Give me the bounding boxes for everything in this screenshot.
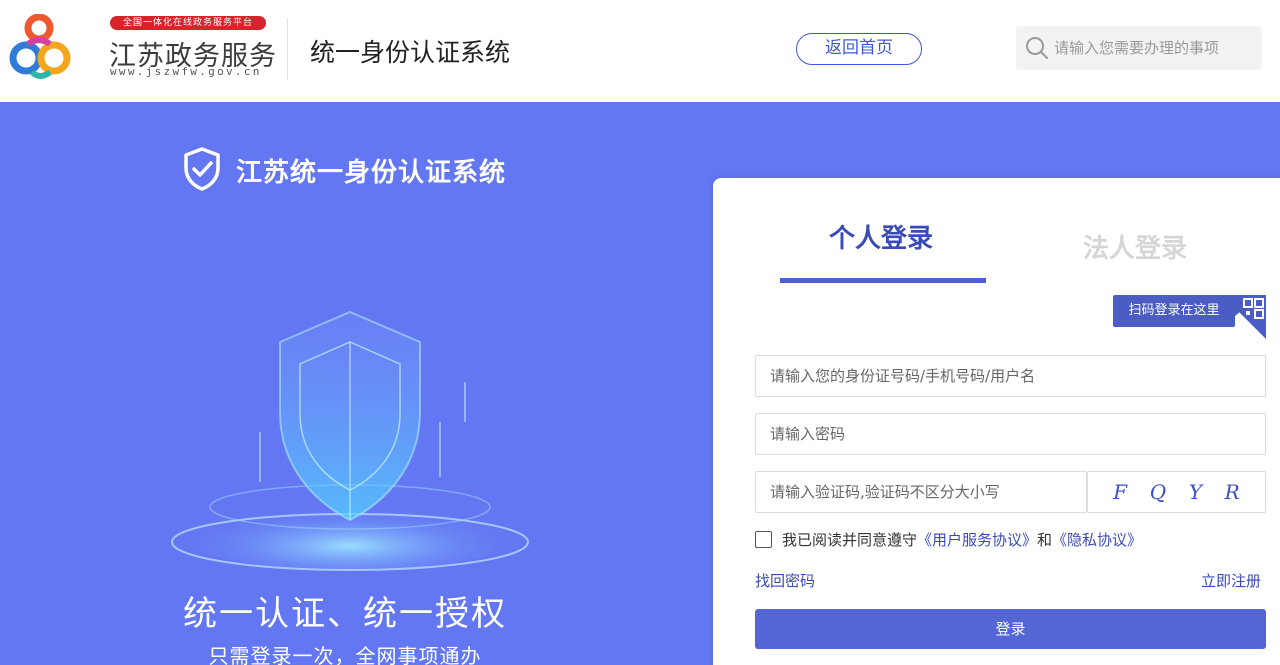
- password-input[interactable]: [756, 414, 1265, 454]
- captcha-char: Q: [1149, 480, 1167, 504]
- hero-subtitle: 只需登录一次，全网事项通办: [208, 644, 482, 665]
- agreement-checkbox[interactable]: [755, 530, 772, 548]
- username-field: [755, 355, 1266, 397]
- captcha-field: [755, 471, 1087, 513]
- login-button[interactable]: 登录: [755, 609, 1266, 649]
- brand-url: www.jszwfw.gov.cn: [110, 65, 262, 78]
- shield-check-icon: [184, 147, 220, 191]
- jiangsu-logo-icon[interactable]: [6, 14, 72, 82]
- privacy-agreement-link[interactable]: 《隐私协议》: [1052, 529, 1142, 550]
- search-input[interactable]: [1054, 34, 1254, 62]
- agreement-row: 我已阅读并同意遵守 《用户服务协议》 和 《隐私协议》: [755, 529, 1142, 550]
- hero-slogan: 统一认证、统一授权: [183, 594, 507, 634]
- search-box: [1016, 26, 1262, 70]
- captcha-char: F: [1113, 480, 1128, 504]
- return-home-button[interactable]: 返回首页: [796, 33, 922, 65]
- header-divider: [287, 18, 288, 80]
- agreement-and-text: 和: [1037, 530, 1053, 549]
- tab-legal-login[interactable]: 法人登录: [1083, 228, 1187, 265]
- captcha-input[interactable]: [756, 472, 1086, 512]
- login-card: 个人登录 法人登录 扫码登录在这里 F Q Y R 我已阅读并同意遵守 《用户服…: [713, 178, 1280, 665]
- forgot-password-link[interactable]: 找回密码: [755, 570, 815, 591]
- top-header: 全国一体化在线政务服务平台 江苏政务服务 www.jszwfw.gov.cn 统…: [0, 0, 1280, 102]
- platform-badge: 全国一体化在线政务服务平台: [110, 16, 266, 30]
- username-input[interactable]: [756, 356, 1265, 396]
- qr-login-tip: 扫码登录在这里: [1113, 295, 1241, 327]
- agreement-text: 我已阅读并同意遵守: [782, 530, 918, 549]
- user-service-agreement-link[interactable]: 《用户服务协议》: [917, 529, 1037, 550]
- register-link[interactable]: 立即注册: [1201, 570, 1261, 591]
- captcha-char: R: [1224, 480, 1240, 504]
- captcha-image[interactable]: F Q Y R: [1087, 471, 1266, 513]
- tab-personal-login[interactable]: 个人登录: [829, 218, 933, 255]
- hero-title: 江苏统一身份认证系统: [236, 158, 507, 188]
- password-field: [755, 413, 1266, 455]
- shield-illustration: [170, 310, 530, 571]
- search-icon[interactable]: [1024, 35, 1050, 61]
- captcha-char: Y: [1188, 480, 1203, 504]
- qr-code-icon[interactable]: [1222, 295, 1266, 339]
- system-title: 统一身份认证系统: [310, 38, 511, 67]
- active-tab-indicator: [780, 278, 986, 283]
